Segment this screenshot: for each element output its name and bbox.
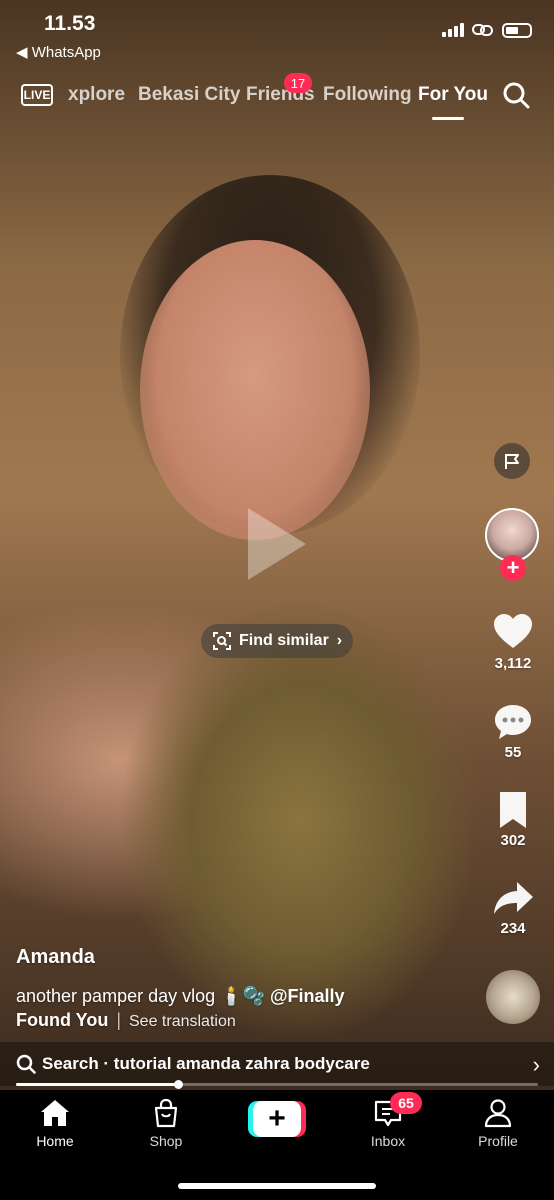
nav-profile-label: Profile [478, 1133, 518, 1149]
nav-home[interactable]: Home [15, 1097, 95, 1149]
progress-fill [16, 1083, 178, 1086]
see-translation-link[interactable]: See translation [129, 1013, 236, 1030]
caption-text: another pamper day vlog 🕯️🫧 [16, 986, 270, 1006]
caption-line-2: Found You | See translation [16, 1010, 236, 1031]
heart-icon[interactable] [491, 610, 535, 654]
mention-link-continued[interactable]: Found You [16, 1010, 108, 1030]
caption-line-1: another pamper day vlog 🕯️🫧 @Finally [16, 986, 345, 1007]
share-count: 234 [500, 920, 526, 937]
nav-inbox-label: Inbox [370, 1133, 406, 1149]
home-indicator[interactable] [178, 1183, 376, 1189]
home-icon [41, 1100, 69, 1126]
tab-explore[interactable]: xplore [68, 84, 125, 106]
inbox-badge: 65 [390, 1092, 422, 1114]
creator-avatar[interactable] [485, 508, 539, 562]
share-icon[interactable] [491, 876, 535, 920]
nav-shop[interactable]: Shop [126, 1097, 206, 1149]
nav-shop-label: Shop [149, 1133, 183, 1149]
status-icons [442, 22, 532, 38]
bookmark-icon[interactable] [491, 788, 535, 832]
search-icon[interactable] [502, 81, 530, 109]
play-icon[interactable] [248, 508, 306, 580]
flag-icon [505, 454, 519, 469]
save-count: 302 [500, 832, 526, 849]
report-flag-button[interactable] [494, 443, 530, 479]
search-suggestion-text: Search · tutorial amanda zahra bodycare [42, 1054, 370, 1073]
back-to-app-link[interactable]: ◀ WhatsApp [16, 43, 101, 61]
battery-icon [502, 22, 532, 38]
cellular-signal-icon [442, 23, 464, 37]
tab-for-you[interactable]: For You [418, 84, 488, 106]
tab-following[interactable]: Following [323, 84, 412, 106]
link-icon [472, 24, 493, 36]
like-count: 3,112 [494, 655, 532, 672]
find-similar-label: Find similar [239, 632, 329, 649]
nav-profile[interactable]: Profile [458, 1097, 538, 1149]
follow-button[interactable]: + [500, 555, 526, 581]
chevron-right-icon[interactable]: › [533, 1052, 540, 1078]
live-icon[interactable]: LIVE [21, 84, 53, 106]
music-disc-icon[interactable] [486, 970, 540, 1024]
chevron-right-icon: › [336, 632, 343, 649]
comment-icon[interactable] [491, 700, 535, 744]
plus-icon: + [253, 1101, 301, 1137]
friends-badge: 17 [284, 73, 312, 93]
video-progress-bar[interactable] [16, 1080, 538, 1089]
visual-search-icon [213, 632, 231, 650]
search-suggestion-bar[interactable]: Search · tutorial amanda zahra bodycare [0, 1042, 554, 1086]
mention-link[interactable]: @Finally [270, 986, 345, 1006]
progress-knob[interactable] [173, 1080, 183, 1089]
comment-count: 55 [504, 744, 522, 761]
tab-bekasi-city[interactable]: Bekasi City [138, 84, 240, 106]
video-subject-face [140, 240, 370, 540]
caption-separator: | [116, 1010, 121, 1030]
create-button[interactable]: + [248, 1101, 306, 1137]
author-name[interactable]: Amanda [16, 946, 95, 969]
profile-icon [484, 1099, 512, 1128]
status-time: 11.53 [44, 12, 96, 35]
search-icon [16, 1054, 36, 1074]
active-tab-underline [432, 117, 464, 120]
nav-home-label: Home [36, 1133, 74, 1149]
shopping-bag-icon [154, 1098, 178, 1128]
find-similar-button[interactable]: Find similar › [201, 624, 353, 658]
